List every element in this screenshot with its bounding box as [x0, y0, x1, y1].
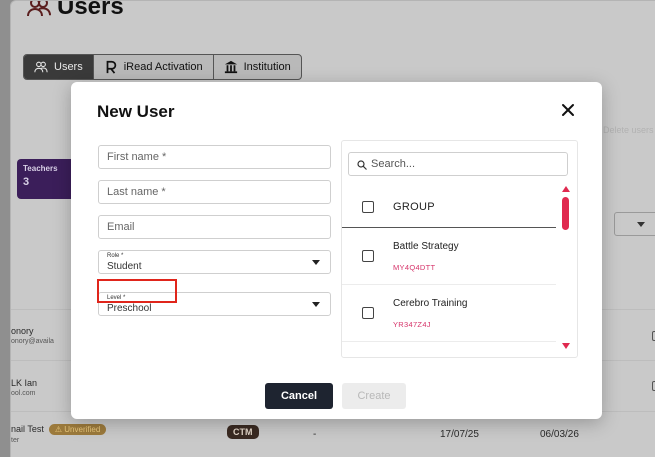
- level-label: Level *: [107, 295, 126, 301]
- teachers-card[interactable]: Teachers 3: [17, 159, 79, 199]
- create-button[interactable]: Create: [342, 383, 406, 409]
- tab-iread-activation[interactable]: iRead Activation: [94, 55, 214, 79]
- row-name: nail Test: [11, 424, 44, 434]
- tab-users[interactable]: Users: [24, 55, 94, 79]
- role-value: Student: [107, 261, 142, 272]
- email-input[interactable]: [99, 216, 330, 238]
- last-name-input[interactable]: [99, 181, 330, 203]
- group-search[interactable]: [348, 152, 568, 176]
- cancel-button[interactable]: Cancel: [265, 383, 333, 409]
- last-name-field[interactable]: [98, 180, 331, 204]
- row-name: LK Ian: [11, 378, 38, 388]
- tab-users-label: Users: [54, 61, 83, 73]
- first-name-field[interactable]: [98, 145, 331, 169]
- iread-icon: [106, 60, 116, 74]
- new-user-dialog: New User Role * Student Level * Preschoo…: [71, 82, 602, 419]
- list-item[interactable]: Battle Strategy MY4Q4DTT: [342, 229, 556, 285]
- users-icon: [27, 1, 51, 17]
- level-select[interactable]: Level * Preschool: [98, 292, 331, 316]
- select-all-checkbox[interactable]: [362, 201, 374, 213]
- table-row[interactable]: onory onory@availa: [11, 326, 54, 345]
- group-code: MY4Q4DTT: [393, 263, 436, 272]
- row-dash: -: [313, 429, 317, 440]
- row-email: onory@availa: [11, 338, 54, 345]
- chevron-down-icon: [312, 260, 320, 265]
- row-date-created: 17/07/25: [440, 429, 479, 440]
- tab-bar: Users iRead Activation Institution: [23, 54, 302, 80]
- tab-institution-label: Institution: [243, 61, 291, 73]
- role-select[interactable]: Role * Student: [98, 250, 331, 274]
- tab-institution[interactable]: Institution: [214, 55, 301, 79]
- role-label: Role *: [107, 253, 124, 259]
- row-name: onory: [11, 326, 34, 336]
- page-title: Users: [27, 0, 124, 21]
- email-field[interactable]: [98, 215, 331, 239]
- unverified-badge: ⚠ Unverified: [48, 424, 107, 436]
- list-item[interactable]: Cerebro Training YR347Z4J: [342, 286, 556, 342]
- group-checkbox[interactable]: [362, 307, 374, 319]
- row-email: ool.com: [11, 390, 36, 397]
- teachers-count: 3: [23, 176, 30, 188]
- dialog-title: New User: [97, 102, 175, 121]
- table-row[interactable]: nail Test ⚠ Unverified ter: [11, 424, 107, 445]
- first-name-input[interactable]: [99, 146, 330, 168]
- filter-select[interactable]: [614, 212, 655, 236]
- close-button[interactable]: [558, 100, 578, 120]
- group-code: YR347Z4J: [393, 320, 431, 329]
- page-title-text: Users: [57, 0, 124, 20]
- unverified-label: Unverified: [64, 425, 101, 435]
- ctm-tag: CTM: [227, 425, 259, 439]
- group-name: Cerebro Training: [393, 298, 468, 309]
- group-header-label: GROUP: [393, 201, 435, 213]
- scroll-thumb[interactable]: [562, 197, 569, 230]
- row-role: ter: [11, 437, 20, 445]
- tab-iread-label: iRead Activation: [123, 61, 203, 73]
- group-scrollbar[interactable]: [561, 186, 570, 354]
- close-icon: [562, 104, 574, 116]
- table-row[interactable]: LK Ian ool.com: [11, 378, 37, 397]
- users-icon: [34, 61, 48, 73]
- group-checkbox[interactable]: [362, 250, 374, 262]
- institution-icon: [224, 60, 237, 74]
- group-name: Battle Strategy: [393, 241, 459, 252]
- chevron-down-icon: [637, 222, 645, 227]
- delete-users-button[interactable]: Delete users: [603, 125, 654, 135]
- search-icon: [357, 160, 367, 170]
- scroll-down-icon[interactable]: [562, 343, 570, 349]
- group-list-header: GROUP: [342, 186, 556, 228]
- teachers-label: Teachers: [23, 164, 58, 173]
- chevron-down-icon: [312, 302, 320, 307]
- row-date-expiry: 06/03/26: [540, 429, 579, 440]
- scroll-up-icon[interactable]: [562, 186, 570, 192]
- level-value: Preschool: [107, 303, 152, 314]
- group-panel: GROUP Battle Strategy MY4Q4DTT Cerebro T…: [341, 140, 578, 358]
- search-input[interactable]: [371, 153, 561, 175]
